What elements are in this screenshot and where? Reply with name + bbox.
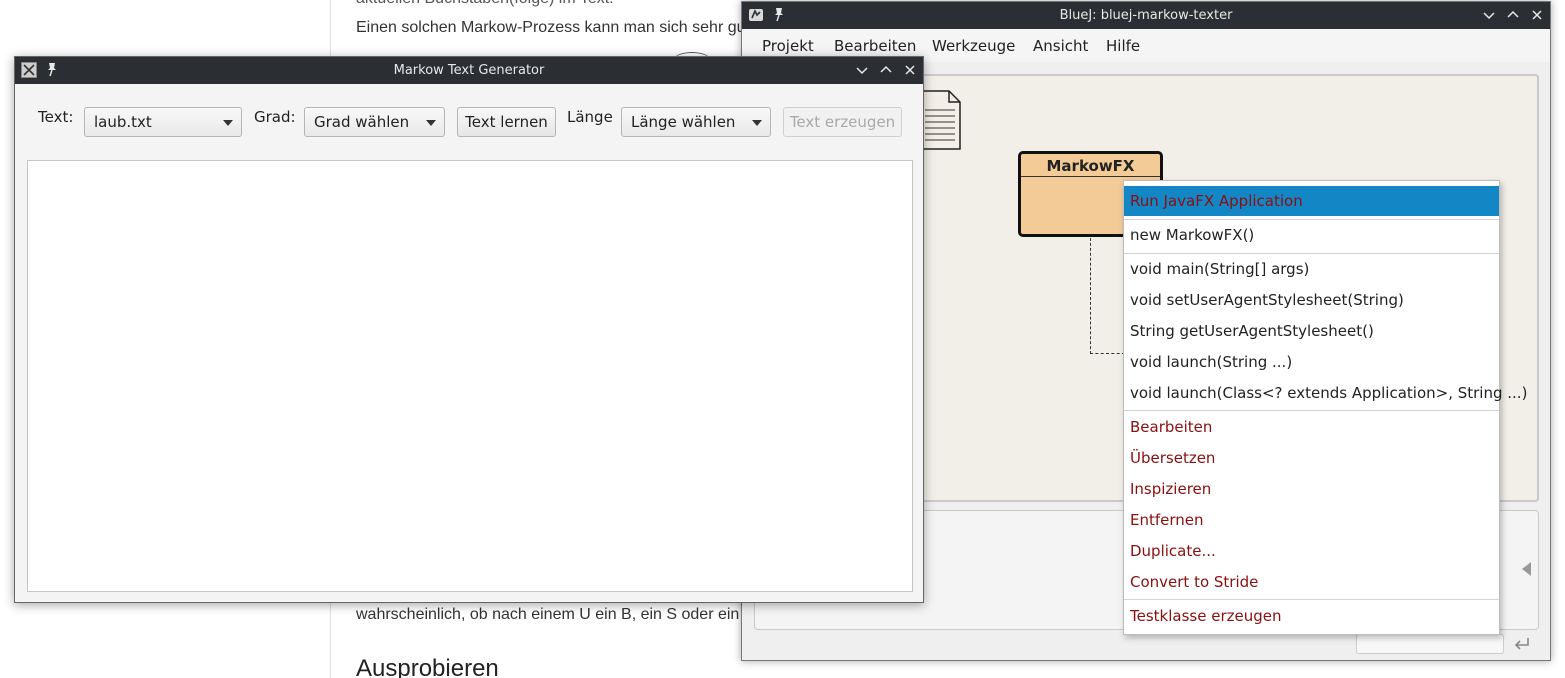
status-field [1356,634,1504,654]
markow-titlebar[interactable]: Markow Text Generator [15,57,923,84]
menu-item-launch-class[interactable]: void launch(Class<? extends Application>… [1124,378,1527,408]
minimize-icon[interactable] [853,61,871,79]
document-heading: Ausprobieren [356,655,499,678]
menu-item-duplicate[interactable]: Duplicate... [1124,536,1499,566]
menu-item-main[interactable]: void main(String[] args) [1124,254,1499,284]
learn-text-button[interactable]: Text lernen [457,107,556,137]
menu-hilfe[interactable]: Hilfe [1106,37,1140,55]
chevron-down-icon [752,120,762,126]
text-label: Text: [38,108,74,126]
menu-projekt[interactable]: Projekt [762,37,814,55]
menu-item-run-javafx[interactable]: Run JavaFX Application [1124,186,1499,216]
bluej-titlebar[interactable]: BlueJ: bluej-markow-texter [742,2,1550,29]
minimize-icon[interactable] [1480,6,1498,24]
text-select[interactable]: laub.txt [84,107,242,137]
generated-text-area[interactable] [27,160,913,592]
readme-file-icon[interactable] [919,90,961,150]
menu-item-convert-stride[interactable]: Convert to Stride [1124,567,1499,597]
menu-item-constructor[interactable]: new MarkowFX() [1124,220,1499,250]
menu-bearbeiten[interactable]: Bearbeiten [834,37,916,55]
length-label: Länge [567,108,613,126]
chevron-down-icon [223,120,233,126]
document-text-line: Einen solchen Markow-Prozess kann man si… [356,19,750,36]
menu-item-entfernen[interactable]: Entfernen [1124,505,1499,535]
menu-separator [1124,599,1499,600]
maximize-icon[interactable] [1504,6,1522,24]
close-icon[interactable] [1528,6,1546,24]
document-text-line: wahrscheinlich, ob nach einem U ein B, e… [356,606,740,623]
length-select[interactable]: Länge wählen [621,107,771,137]
text-select-value: laub.txt [94,113,152,131]
menu-item-launch-string[interactable]: void launch(String ...) [1124,347,1499,377]
grad-label: Grad: [254,108,296,126]
window-title: Markow Text Generator [393,63,545,78]
class-name: MarkowFX [1046,157,1135,175]
class-divider [1021,176,1160,177]
class-context-menu: Run JavaFX Application new MarkowFX() vo… [1123,180,1527,635]
collapse-arrow-icon[interactable] [1522,562,1531,576]
menu-ansicht[interactable]: Ansicht [1033,37,1088,55]
length-select-value: Länge wählen [631,113,736,131]
grad-select[interactable]: Grad wählen [304,107,445,137]
document-text-line: aktuellen Buchstaben(folge) im Text. [356,0,614,8]
menu-item-bearbeiten[interactable]: Bearbeiten [1124,412,1499,442]
dependency-line [1090,353,1125,354]
window-title: BlueJ: bluej-markow-texter [1059,8,1233,23]
menu-item-get-stylesheet[interactable]: String getUserAgentStylesheet() [1124,316,1499,346]
menu-item-uebersetzen[interactable]: Übersetzen [1124,443,1499,473]
menu-item-testklasse[interactable]: Testklasse erzeugen [1124,601,1499,631]
grad-select-value: Grad wählen [314,113,410,131]
return-icon[interactable] [1512,634,1532,654]
generate-text-button[interactable]: Text erzeugen [783,107,902,137]
dependency-line [1090,238,1091,354]
menu-item-inspizieren[interactable]: Inspizieren [1124,474,1499,504]
chevron-down-icon [426,120,436,126]
maximize-icon[interactable] [877,61,895,79]
markow-window: Markow Text Generator Text: laub.txt Gra… [14,56,924,603]
menu-werkzeuge[interactable]: Werkzeuge [932,37,1015,55]
menu-item-set-stylesheet[interactable]: void setUserAgentStylesheet(String) [1124,285,1499,315]
menu-separator [1124,410,1499,411]
markow-toolbar: Text: laub.txt Grad: Grad wählen Text le… [15,84,923,160]
close-icon[interactable] [901,61,919,79]
